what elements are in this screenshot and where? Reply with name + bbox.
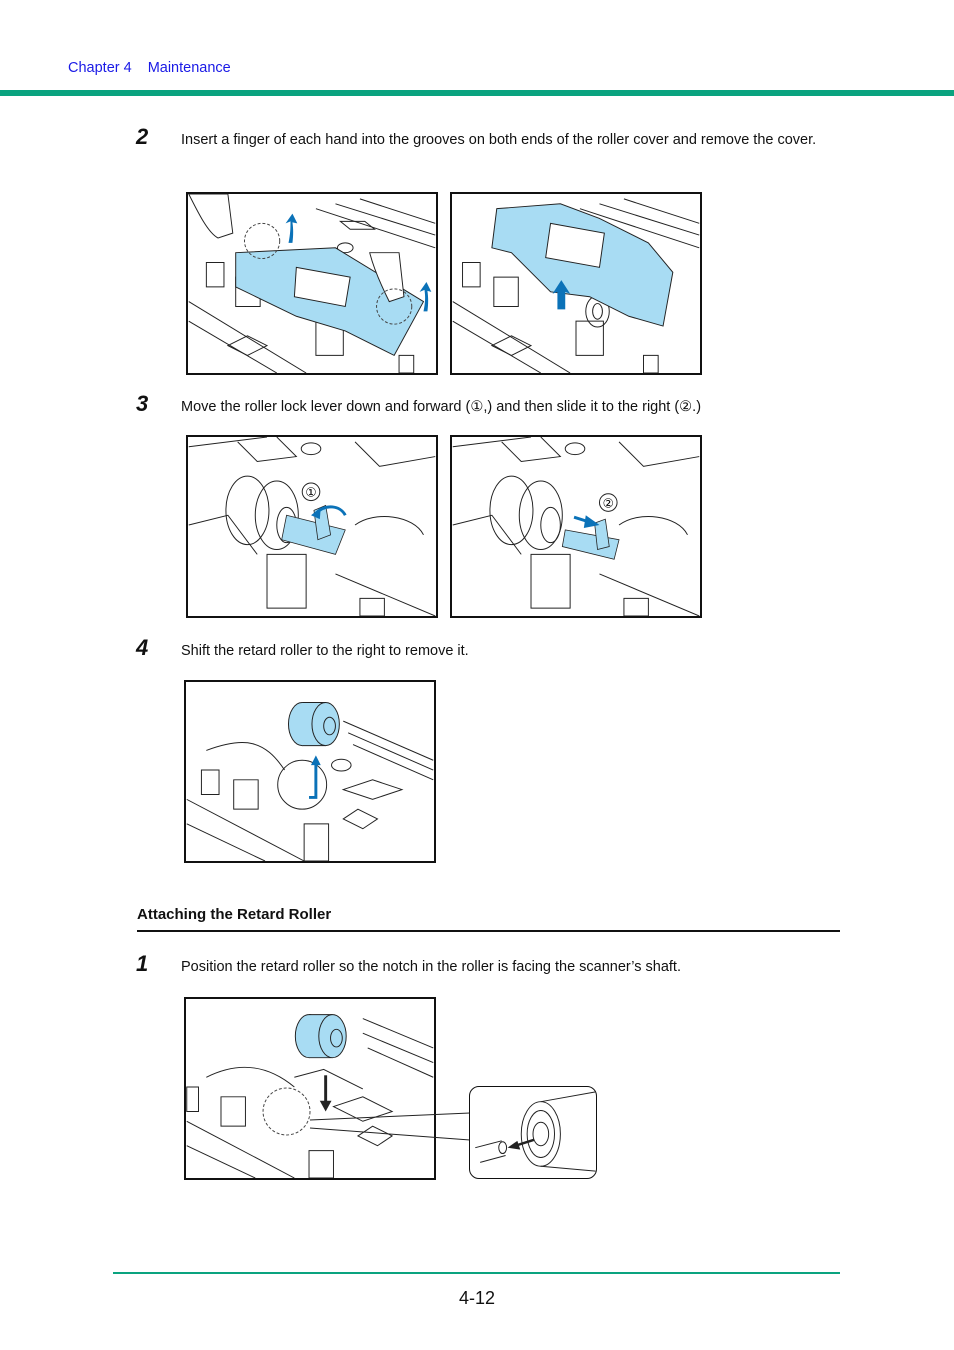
chapter-label: Chapter 4 <box>68 60 132 76</box>
figure-retard-roller-positioning <box>184 997 436 1180</box>
running-header: Chapter 4 Maintenance <box>68 60 231 76</box>
callout-label-1: ① <box>305 485 316 500</box>
figure-notch-detail-callout <box>469 1086 597 1179</box>
figure-roller-cover-removed <box>450 192 702 375</box>
section-rule <box>137 930 840 932</box>
step-number: 4 <box>136 635 149 660</box>
step-number: 2 <box>136 124 149 149</box>
step-number: 1 <box>136 951 149 976</box>
footer-rule <box>113 1272 840 1274</box>
step-text: Insert a finger of each hand into the gr… <box>181 132 817 148</box>
step-text: Position the retard roller so the notch … <box>181 959 681 975</box>
section-heading: Attaching the Retard Roller <box>137 906 332 923</box>
header-rule <box>0 90 954 96</box>
step-text: Move the roller lock lever down and forw… <box>181 399 702 415</box>
callout-label-2: ② <box>603 495 614 510</box>
figure-fingers-lifting-roller-cover <box>186 192 438 375</box>
figure-retard-roller-removed <box>184 680 436 863</box>
step-number: 3 <box>136 391 149 416</box>
step-text: Shift the retard roller to the right to … <box>181 643 469 659</box>
figure-lock-lever-slide-right: ② <box>450 435 702 618</box>
chapter-title: Maintenance <box>147 60 231 76</box>
figure-lock-lever-down-forward: ① <box>186 435 438 618</box>
page-number: 4-12 <box>458 1288 496 1308</box>
